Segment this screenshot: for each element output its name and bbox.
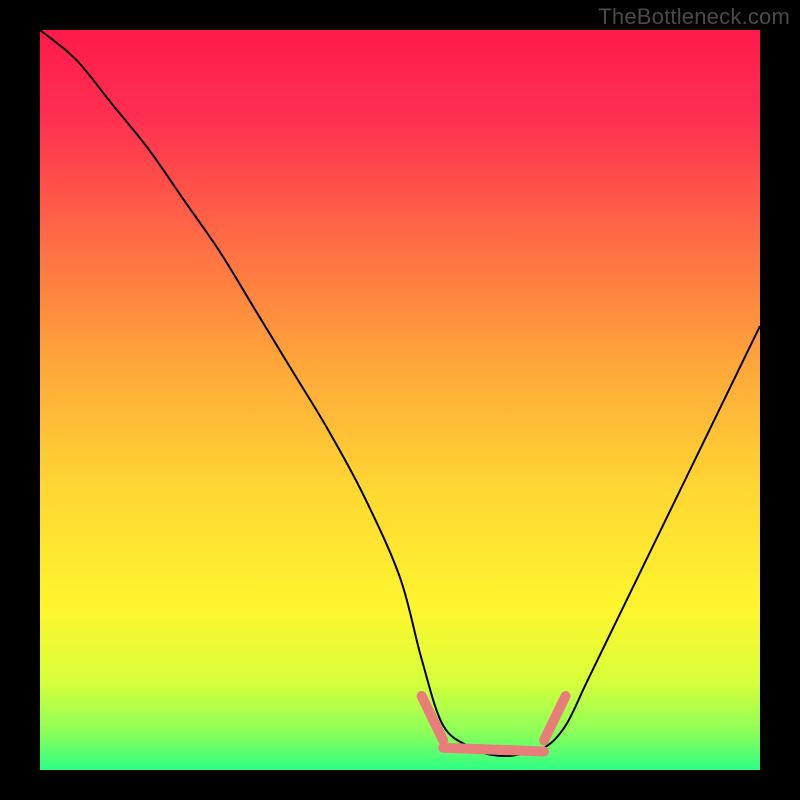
bottleneck-chart bbox=[0, 0, 800, 800]
gradient-background bbox=[40, 30, 760, 770]
chart-frame: TheBottleneck.com bbox=[0, 0, 800, 800]
watermark-text: TheBottleneck.com bbox=[598, 4, 790, 30]
